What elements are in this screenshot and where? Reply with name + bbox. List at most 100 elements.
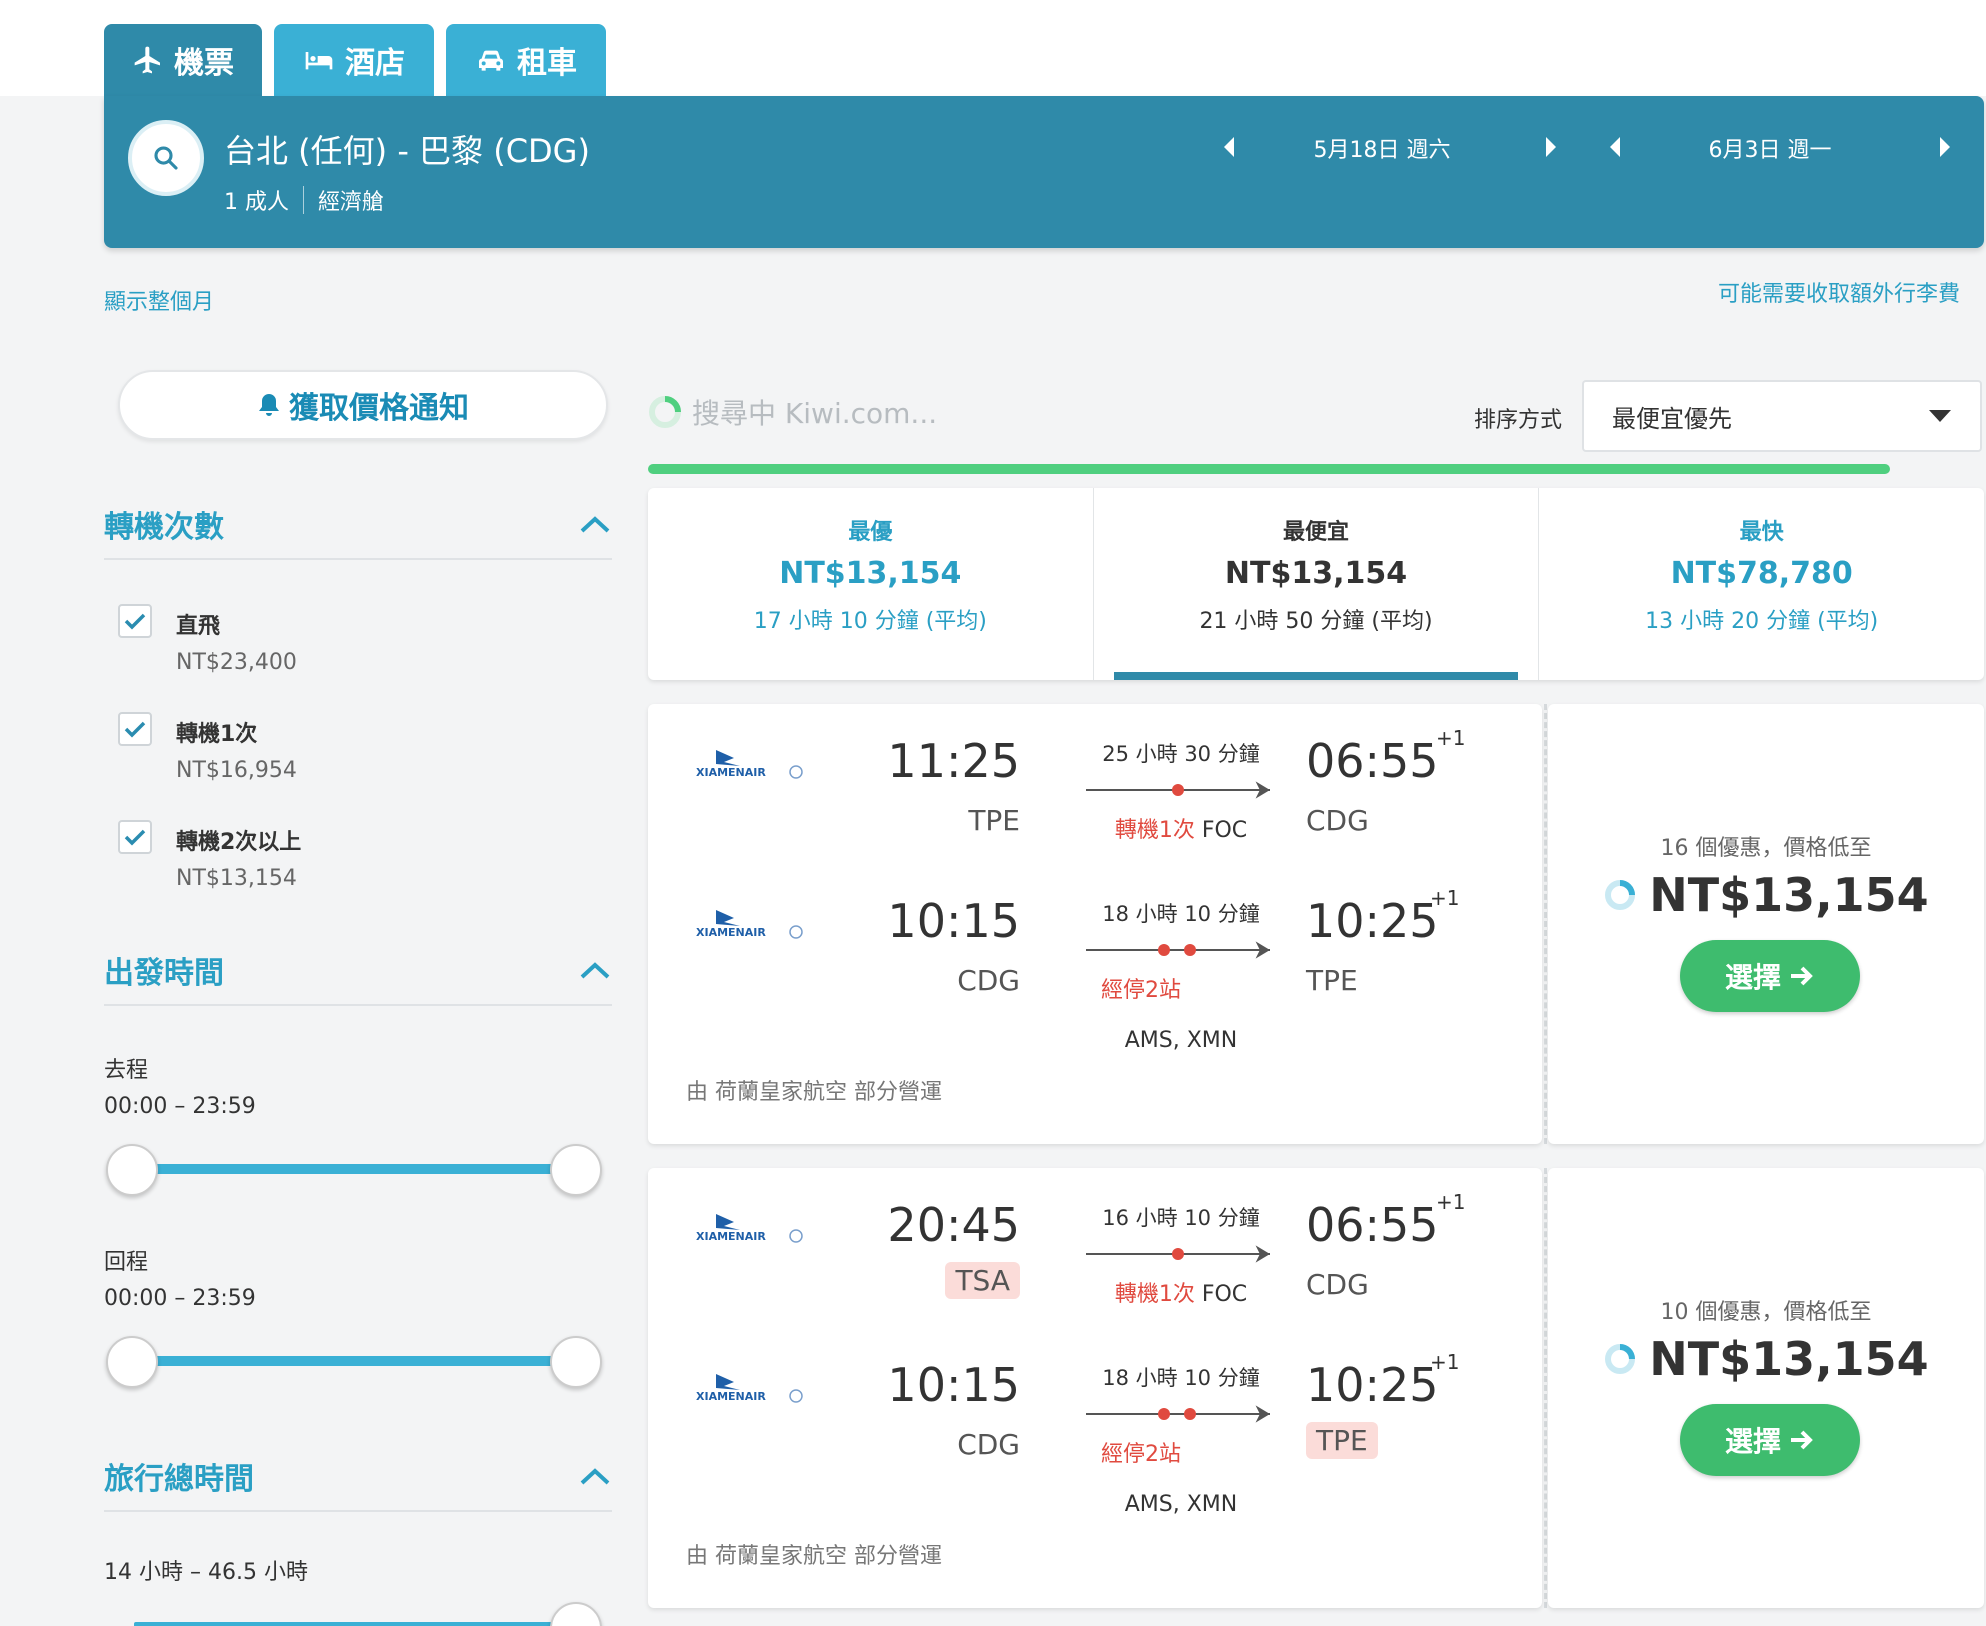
- depart-next-button[interactable]: [1536, 132, 1566, 162]
- airplane-icon: [134, 46, 160, 74]
- route-line-icon: [1086, 1245, 1270, 1263]
- filter-title: 轉機次數: [104, 510, 224, 545]
- check-icon: [124, 829, 146, 846]
- duration-filter-header[interactable]: 旅行總時間: [104, 1442, 612, 1512]
- departure-filter-header[interactable]: 出發時間: [104, 936, 612, 1006]
- stops-info: 經停2站: [1046, 972, 1236, 1004]
- departure-time-filter: 出發時間 去程 00:00 – 23:59 回程 00:00 – 23:59: [104, 936, 612, 1406]
- return-next-button[interactable]: [1930, 132, 1960, 162]
- summary-duration: 17 小時 10 分鐘 (平均): [753, 609, 987, 634]
- stops-info: 轉機1次 FOC: [1086, 812, 1276, 844]
- search-icon: [154, 146, 178, 170]
- arrival-time: 10:25: [1306, 894, 1439, 948]
- price: NT$13,154: [1649, 868, 1929, 922]
- route-text[interactable]: 台北 (任何) - 巴黎 (CDG): [224, 126, 590, 172]
- flight-result-card[interactable]: XIAMENAIR 20:45 TSA 16 小時 10 分鐘 轉機1次 FOC…: [648, 1168, 1984, 1608]
- select-button[interactable]: 選擇: [1680, 1404, 1860, 1476]
- stops-option-label[interactable]: 直飛: [176, 608, 220, 640]
- leg-duration: 16 小時 10 分鐘: [1102, 1206, 1260, 1230]
- departure-time: 10:15: [887, 894, 1020, 948]
- tab-flights[interactable]: 機票: [104, 24, 262, 96]
- return-date[interactable]: 6月3日 週一: [1670, 132, 1870, 164]
- next-day-indicator: +1: [1430, 1350, 1460, 1374]
- departure-airport: TSA: [945, 1262, 1020, 1299]
- stops-count: 經停2站: [1101, 1442, 1181, 1467]
- duration-slider[interactable]: [104, 1598, 612, 1626]
- logo-text: XIAMENAIR: [696, 766, 766, 779]
- arrival-time: 10:25: [1306, 1358, 1439, 1412]
- return-prev-button[interactable]: [1600, 132, 1630, 162]
- arrival-airport: CDG: [1306, 804, 1369, 837]
- stops-option-price: NT$16,954: [176, 758, 297, 783]
- next-day-indicator: +1: [1436, 726, 1466, 750]
- slider-handle-max[interactable]: [550, 1144, 602, 1196]
- summary-title: 最便宜: [1283, 520, 1350, 545]
- depart-prev-button[interactable]: [1214, 132, 1244, 162]
- logo-text: XIAMENAIR: [696, 1230, 766, 1243]
- next-day-indicator: +1: [1430, 886, 1460, 910]
- stops-option-label[interactable]: 轉機2次以上: [176, 824, 301, 856]
- xiamen-air-logo: XIAMENAIR: [696, 910, 803, 939]
- outbound-time-slider[interactable]: [104, 1140, 612, 1200]
- return-label: 回程: [104, 1250, 149, 1275]
- deals-count: 10 個優惠，價格低至: [1660, 1300, 1872, 1325]
- departure-airport: TPE: [968, 804, 1020, 837]
- total-duration-filter: 旅行總時間 14 小時 – 46.5 小時: [104, 1442, 612, 1626]
- summary-title: 最快: [1739, 520, 1784, 545]
- select-label: 選擇: [1724, 961, 1781, 994]
- ticket-divider: [1544, 704, 1547, 1144]
- logo-text: XIAMENAIR: [696, 1390, 766, 1403]
- itinerary-panel[interactable]: XIAMENAIR 11:25 TPE 25 小時 30 分鐘 轉機1次 FOC…: [648, 704, 1542, 1144]
- summary-price: NT$13,154: [1224, 556, 1408, 591]
- passenger-cabin[interactable]: 1 成人 經濟艙: [224, 184, 384, 216]
- summary-best[interactable]: 最優 NT$13,154 17 小時 10 分鐘 (平均): [648, 488, 1093, 680]
- slider-handle-max[interactable]: [550, 1336, 602, 1388]
- bed-icon: [305, 52, 333, 70]
- tab-label: 酒店: [345, 46, 405, 81]
- check-icon: [124, 613, 146, 630]
- caret-right-icon: [1546, 137, 1556, 157]
- leg-duration: 25 小時 30 分鐘: [1102, 742, 1260, 766]
- tab-hotels[interactable]: 酒店: [274, 24, 434, 96]
- summary-cheapest[interactable]: 最便宜 NT$13,154 21 小時 50 分鐘 (平均): [1092, 488, 1539, 680]
- search-loading: 搜尋中 Kiwi.com...: [648, 392, 937, 432]
- depart-date[interactable]: 5月18日 週六: [1282, 132, 1482, 164]
- summary-duration: 21 小時 50 分鐘 (平均): [1199, 609, 1433, 634]
- slider-handle-max[interactable]: [550, 1602, 602, 1626]
- checkbox-two-plus-stops[interactable]: [118, 820, 152, 854]
- checkbox-one-stop[interactable]: [118, 712, 152, 746]
- tab-label: 租車: [517, 46, 577, 81]
- spinner-icon: [1605, 880, 1636, 910]
- checkbox-direct[interactable]: [118, 604, 152, 638]
- chevron-up-icon: [580, 962, 610, 979]
- search-button[interactable]: [128, 120, 204, 196]
- baggage-fee-link[interactable]: 可能需要收取額外行李費: [1718, 276, 1960, 308]
- summary-price: NT$78,780: [1670, 556, 1853, 591]
- slider-handle-min[interactable]: [106, 1336, 158, 1388]
- flight-result-card[interactable]: XIAMENAIR 11:25 TPE 25 小時 30 分鐘 轉機1次 FOC…: [648, 704, 1984, 1144]
- slider-handle-min[interactable]: [106, 1144, 158, 1196]
- price-alert-button[interactable]: 獲取價格通知: [118, 370, 608, 440]
- show-month-link[interactable]: 顯示整個月: [104, 284, 214, 316]
- select-button[interactable]: 選擇: [1680, 940, 1860, 1012]
- stops-filter-header[interactable]: 轉機次數: [104, 490, 612, 560]
- arrival-time: 06:55: [1306, 1198, 1439, 1252]
- stop-airports: AMS, XMN: [1124, 1028, 1238, 1053]
- return-range: 00:00 – 23:59: [104, 1286, 256, 1311]
- return-leg: XIAMENAIR 10:15 CDG 18 小時 10 分鐘 經停2站 AMS…: [648, 864, 1542, 1053]
- stops-option-label[interactable]: 轉機1次: [176, 716, 257, 748]
- departure-time: 20:45: [887, 1198, 1020, 1252]
- sort-label: 排序方式: [1474, 408, 1563, 433]
- tab-cars[interactable]: 租車: [446, 24, 606, 96]
- select-label: 選擇: [1724, 1425, 1781, 1458]
- filter-title: 出發時間: [104, 956, 224, 991]
- summary-fastest[interactable]: 最快 NT$78,780 13 小時 20 分鐘 (平均): [1538, 488, 1984, 680]
- departure-time: 11:25: [887, 734, 1020, 788]
- itinerary-panel[interactable]: XIAMENAIR 20:45 TSA 16 小時 10 分鐘 轉機1次 FOC…: [648, 1168, 1542, 1608]
- sort-summary: 最優 NT$13,154 17 小時 10 分鐘 (平均) 最便宜 NT$13,…: [648, 488, 1984, 680]
- caret-down-icon: [1929, 410, 1951, 422]
- cabin-class: 經濟艙: [318, 190, 385, 215]
- arrival-time: 06:55: [1306, 734, 1439, 788]
- sort-select[interactable]: 最便宜優先: [1582, 380, 1982, 452]
- return-time-slider[interactable]: [104, 1332, 612, 1392]
